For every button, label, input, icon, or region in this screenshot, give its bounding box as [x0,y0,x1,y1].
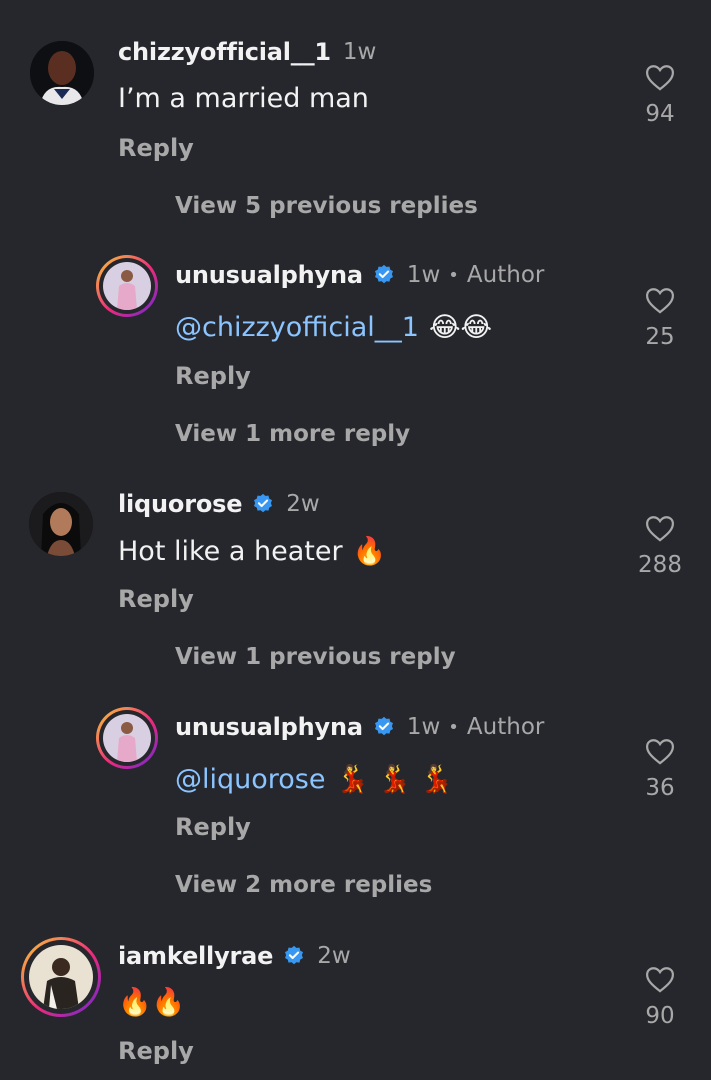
verified-badge-icon [254,493,273,513]
reply-button[interactable]: Reply [175,813,251,841]
heart-outline-icon[interactable] [645,738,675,765]
comment-header: unusualphyna 1w • Author [175,261,544,289]
author-label: Author [466,714,545,740]
reply-button[interactable]: Reply [118,585,194,613]
mention-link[interactable]: @liquorose [175,764,325,795]
heart-outline-icon[interactable] [645,64,675,91]
avatar[interactable] [29,492,93,556]
comment-text-content: I’m a married man [118,83,369,114]
avatar-photo [103,714,151,762]
like-count: 94 [645,101,675,127]
heart-outline-icon[interactable] [645,966,675,993]
avatar-photo [103,262,151,310]
avatar[interactable] [30,41,94,105]
verified-badge-icon [285,945,304,965]
view-previous-replies[interactable]: View 1 previous reply [175,644,456,670]
view-more-replies[interactable]: View 1 more reply [175,421,410,447]
fire-emoji: 🔥 [352,536,387,567]
timestamp: 2w [286,491,320,517]
view-more-replies[interactable]: View 2 more replies [175,872,432,898]
comment-header: chizzyofficial__1 1w [118,38,376,66]
username[interactable]: iamkellyrae [118,942,273,970]
username[interactable]: liquorose [118,490,242,518]
comment-text-content: Hot like a heater [118,535,343,567]
avatar[interactable] [21,937,101,1017]
comment-header: unusualphyna 1w • Author [175,713,544,741]
avatar-photo [29,492,93,556]
avatar[interactable] [96,707,158,769]
separator-dot: • [448,716,459,738]
comment-header: iamkellyrae 2w [118,942,351,970]
timestamp: 2w [317,943,351,969]
like-control[interactable]: 90 [620,966,700,1029]
reply-button[interactable]: Reply [175,362,251,390]
emoji: 😂😂 [428,312,493,343]
author-label: Author [466,262,545,288]
like-control[interactable]: 288 [620,515,700,578]
dancer-emoji: 💃 💃 💃 [335,764,454,795]
reply-button[interactable]: Reply [118,1037,194,1065]
like-control[interactable]: 36 [620,738,700,801]
like-count: 288 [638,552,682,578]
comment-text: 🔥🔥 [118,986,185,1018]
username[interactable]: chizzyofficial__1 [118,38,331,66]
comment-text: I’m a married man [118,83,369,114]
like-count: 36 [645,775,675,801]
timestamp: 1w [406,714,441,740]
reply-button[interactable]: Reply [118,134,194,162]
avatar[interactable] [96,255,158,317]
timestamp: 1w [342,39,377,65]
heart-outline-icon[interactable] [645,287,675,314]
separator-dot: • [448,264,459,286]
avatar-photo [30,41,94,105]
comment-header: liquorose 2w [118,490,320,518]
timestamp: 1w [406,262,441,288]
like-count: 25 [645,324,675,350]
username[interactable]: unusualphyna [175,713,363,741]
view-previous-replies[interactable]: View 5 previous replies [175,193,478,219]
comment-text: @liquorose 💃 💃 💃 [175,763,454,796]
heart-outline-icon[interactable] [645,515,675,542]
fire-emoji: 🔥🔥 [118,987,186,1018]
verified-badge-icon [374,264,393,284]
comment-text: @chizzyofficial__1 😂😂 [175,312,492,343]
like-control[interactable]: 25 [620,287,700,350]
avatar-photo [29,945,93,1009]
verified-badge-icon [374,716,393,736]
mention-link[interactable]: @chizzyofficial__1 [175,312,419,343]
comment-text: Hot like a heater 🔥 [118,535,387,568]
like-control[interactable]: 94 [620,64,700,127]
like-count: 90 [645,1003,675,1029]
username[interactable]: unusualphyna [175,261,363,289]
